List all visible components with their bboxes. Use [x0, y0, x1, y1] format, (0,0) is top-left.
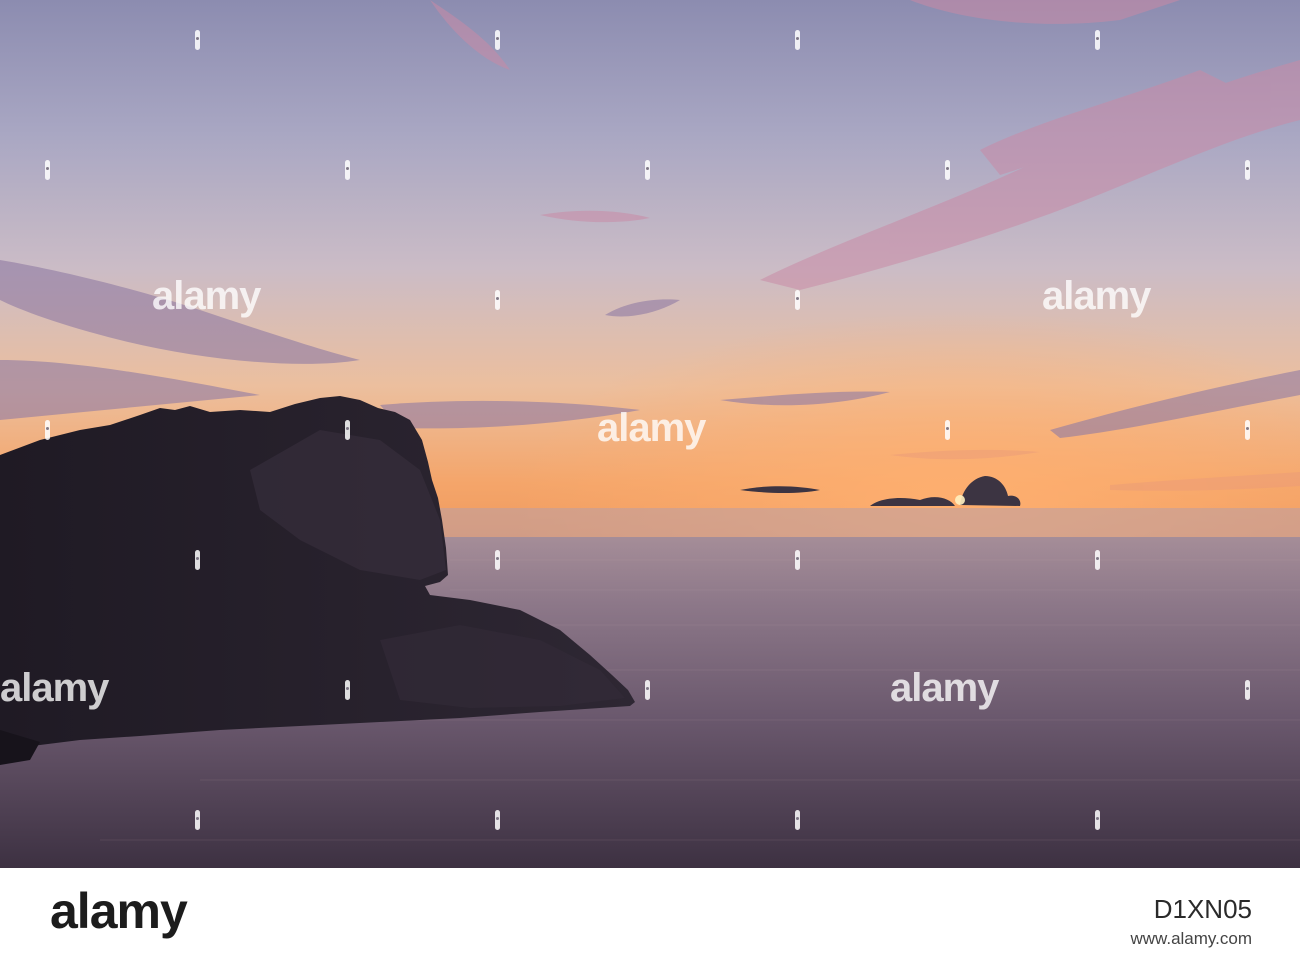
photo: alamy alamy alamy alamy alamy — [0, 0, 1300, 868]
footer-bar: alamy D1XN05 www.alamy.com — [0, 868, 1300, 956]
image-id: D1XN05 — [1153, 894, 1252, 924]
sunset-seascape-image — [0, 0, 1300, 868]
site-url: www.alamy.com — [1130, 929, 1252, 948]
footer-logo: alamy — [50, 883, 188, 939]
